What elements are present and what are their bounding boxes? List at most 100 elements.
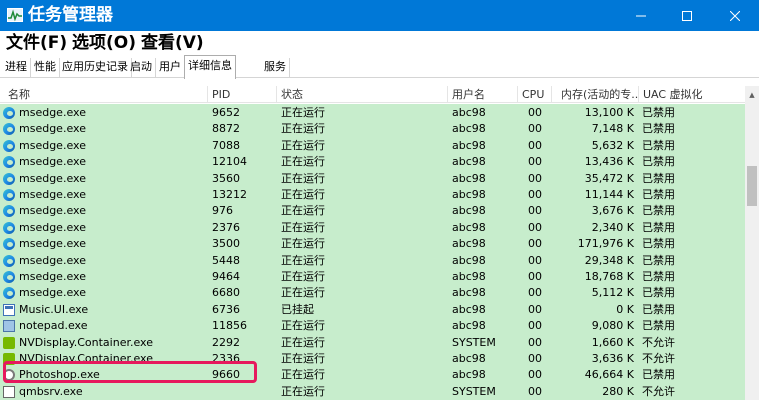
process-memory: 280 K [602,384,634,398]
table-row[interactable]: msedge.exe 2376 正在运行 abc98 00 2,340 K 已禁用 [0,220,745,236]
generic-app-icon [3,385,15,398]
process-name: msedge.exe [19,220,86,234]
app-window-icon [3,303,15,316]
process-status: 正在运行 [281,270,325,283]
process-memory: 171,976 K [577,237,634,251]
tab-performance[interactable]: 性能 [31,58,60,78]
process-uac: 已禁用 [642,171,675,185]
table-row[interactable]: msedge.exe 3500 正在运行 abc98 00 171,976 K 已禁用 [0,236,745,252]
table-header: 名称 PID 状态 用户名 CPU 内存(活动的专... UAC 虚拟化 [0,86,745,103]
process-cpu: 00 [528,204,542,218]
edge-icon [3,254,15,267]
process-uac: 已禁用 [642,138,675,152]
process-status: 正在运行 [281,253,325,267]
notepad-icon [3,320,15,333]
table-row[interactable]: NVDisplay.Container.exe 2336 正在运行 abc98 00 3,… [0,351,745,367]
table-row[interactable]: msedge.exe 5448 正在运行 abc98 00 29,348 K 已禁用 [0,253,745,269]
close-icon [730,10,740,21]
column-header-uac[interactable]: UAC 虚拟化 [639,86,743,103]
process-uac: 已禁用 [642,204,675,218]
photoshop-icon [3,369,15,382]
process-uac: 已禁用 [642,253,675,267]
edge-icon [3,287,15,300]
process-status: 正在运行 [281,286,325,300]
process-status: 正在运行 [281,204,325,218]
table-row[interactable]: msedge.exe 12104 正在运行 abc98 00 13,436 K 已禁用 [0,154,745,170]
process-memory: 11,144 K [584,188,634,201]
process-pid: 11856 [212,319,247,333]
process-memory: 13,100 K [584,106,634,119]
tab-details[interactable]: 详细信息 [184,55,236,79]
process-uac: 已禁用 [642,302,675,316]
process-username: abc98 [452,286,486,300]
vertical-scrollbar[interactable]: ▲ [745,86,759,400]
process-pid: 5448 [212,253,240,267]
menu-view[interactable]: 查看(V) [141,32,204,54]
process-username: abc98 [452,319,486,333]
process-cpu: 00 [528,352,542,365]
process-uac: 已禁用 [642,319,675,333]
table-row[interactable]: NVDisplay.Container.exe 2292 正在运行 SYSTEM 00 1… [0,335,745,351]
process-uac: 已禁用 [642,286,675,300]
column-header-cpu[interactable]: CPU [518,86,552,103]
process-cpu: 00 [528,171,542,185]
table-row[interactable]: msedge.exe 7088 正在运行 abc98 00 5,632 K 已禁用 [0,138,745,154]
tab-startup[interactable]: 启动 [127,58,156,78]
process-uac: 已禁用 [642,270,675,283]
process-cpu: 00 [528,270,542,283]
process-uac: 已禁用 [642,155,675,169]
process-cpu: 00 [528,138,542,152]
process-pid: 9660 [212,368,240,382]
scroll-thumb[interactable] [747,166,757,206]
minimize-button[interactable] [618,0,664,31]
process-name: Music.UI.exe [19,302,89,316]
process-name: NVDisplay.Container.exe [19,352,153,365]
table-row[interactable]: msedge.exe 976 正在运行 abc98 00 3,676 K 已禁用 [0,203,745,219]
column-header-pid[interactable]: PID [208,86,277,103]
table-row[interactable]: msedge.exe 9464 正在运行 abc98 00 18,768 K 已禁用 [0,269,745,285]
menu-options[interactable]: 选项(O) [72,32,136,54]
table-row[interactable]: Photoshop.exe 9660 正在运行 abc98 00 46,664 K 已禁用 [0,367,745,383]
tab-processes[interactable]: 进程 [2,58,31,78]
process-pid: 2336 [212,352,240,365]
process-pid: 8872 [212,122,240,136]
table-row[interactable]: qmbsrv.exe 正在运行 SYSTEM 00 280 K 不允许 [0,384,745,400]
column-header-status[interactable]: 状态 [277,86,448,103]
maximize-button[interactable] [664,0,710,31]
process-cpu: 00 [528,106,542,119]
table-row[interactable]: msedge.exe 9652 正在运行 abc98 00 13,100 K 已禁用 [0,105,745,121]
process-name: qmbsrv.exe [19,384,83,398]
edge-icon [3,139,15,152]
process-username: SYSTEM [452,384,496,398]
edge-icon [3,238,15,251]
process-name: msedge.exe [19,237,86,251]
table-row[interactable]: msedge.exe 8872 正在运行 abc98 00 7,148 K 已禁用 [0,121,745,137]
process-cpu: 00 [528,286,542,300]
close-button[interactable] [712,0,758,31]
process-memory: 29,348 K [584,253,634,267]
table-row[interactable]: msedge.exe 13212 正在运行 abc98 00 11,144 K 已禁用 [0,187,745,203]
nvidia-icon [3,336,15,349]
column-header-name[interactable]: 名称 [4,86,208,103]
process-username: abc98 [452,204,486,218]
column-header-username[interactable]: 用户名 [448,86,518,103]
table-row[interactable]: notepad.exe 11856 正在运行 abc98 00 9,080 K 已禁用 [0,318,745,334]
process-name: msedge.exe [19,188,86,201]
column-header-memory[interactable]: 内存(活动的专... [557,86,639,103]
table-row[interactable]: Music.UI.exe 6736 已挂起 abc98 00 0 K 已禁用 [0,302,745,318]
process-status: 正在运行 [281,352,325,365]
table-row[interactable]: msedge.exe 3560 正在运行 abc98 00 35,472 K 已禁用 [0,171,745,187]
menu-file[interactable]: 文件(F) [6,32,67,54]
scroll-up-arrow-icon[interactable]: ▲ [745,86,759,103]
table-row[interactable]: msedge.exe 6680 正在运行 abc98 00 5,112 K 已禁用 [0,285,745,301]
tab-services[interactable]: 服务 [261,58,290,78]
process-memory: 5,632 K [591,138,634,152]
tab-app-history[interactable]: 应用历史记录 [59,58,132,78]
process-cpu: 00 [528,155,542,169]
tab-users[interactable]: 用户 [156,58,185,78]
process-memory: 46,664 K [584,368,634,382]
process-cpu: 00 [528,319,542,333]
process-username: abc98 [452,253,486,267]
process-memory: 3,636 K [591,352,634,365]
process-uac: 已禁用 [642,368,675,382]
